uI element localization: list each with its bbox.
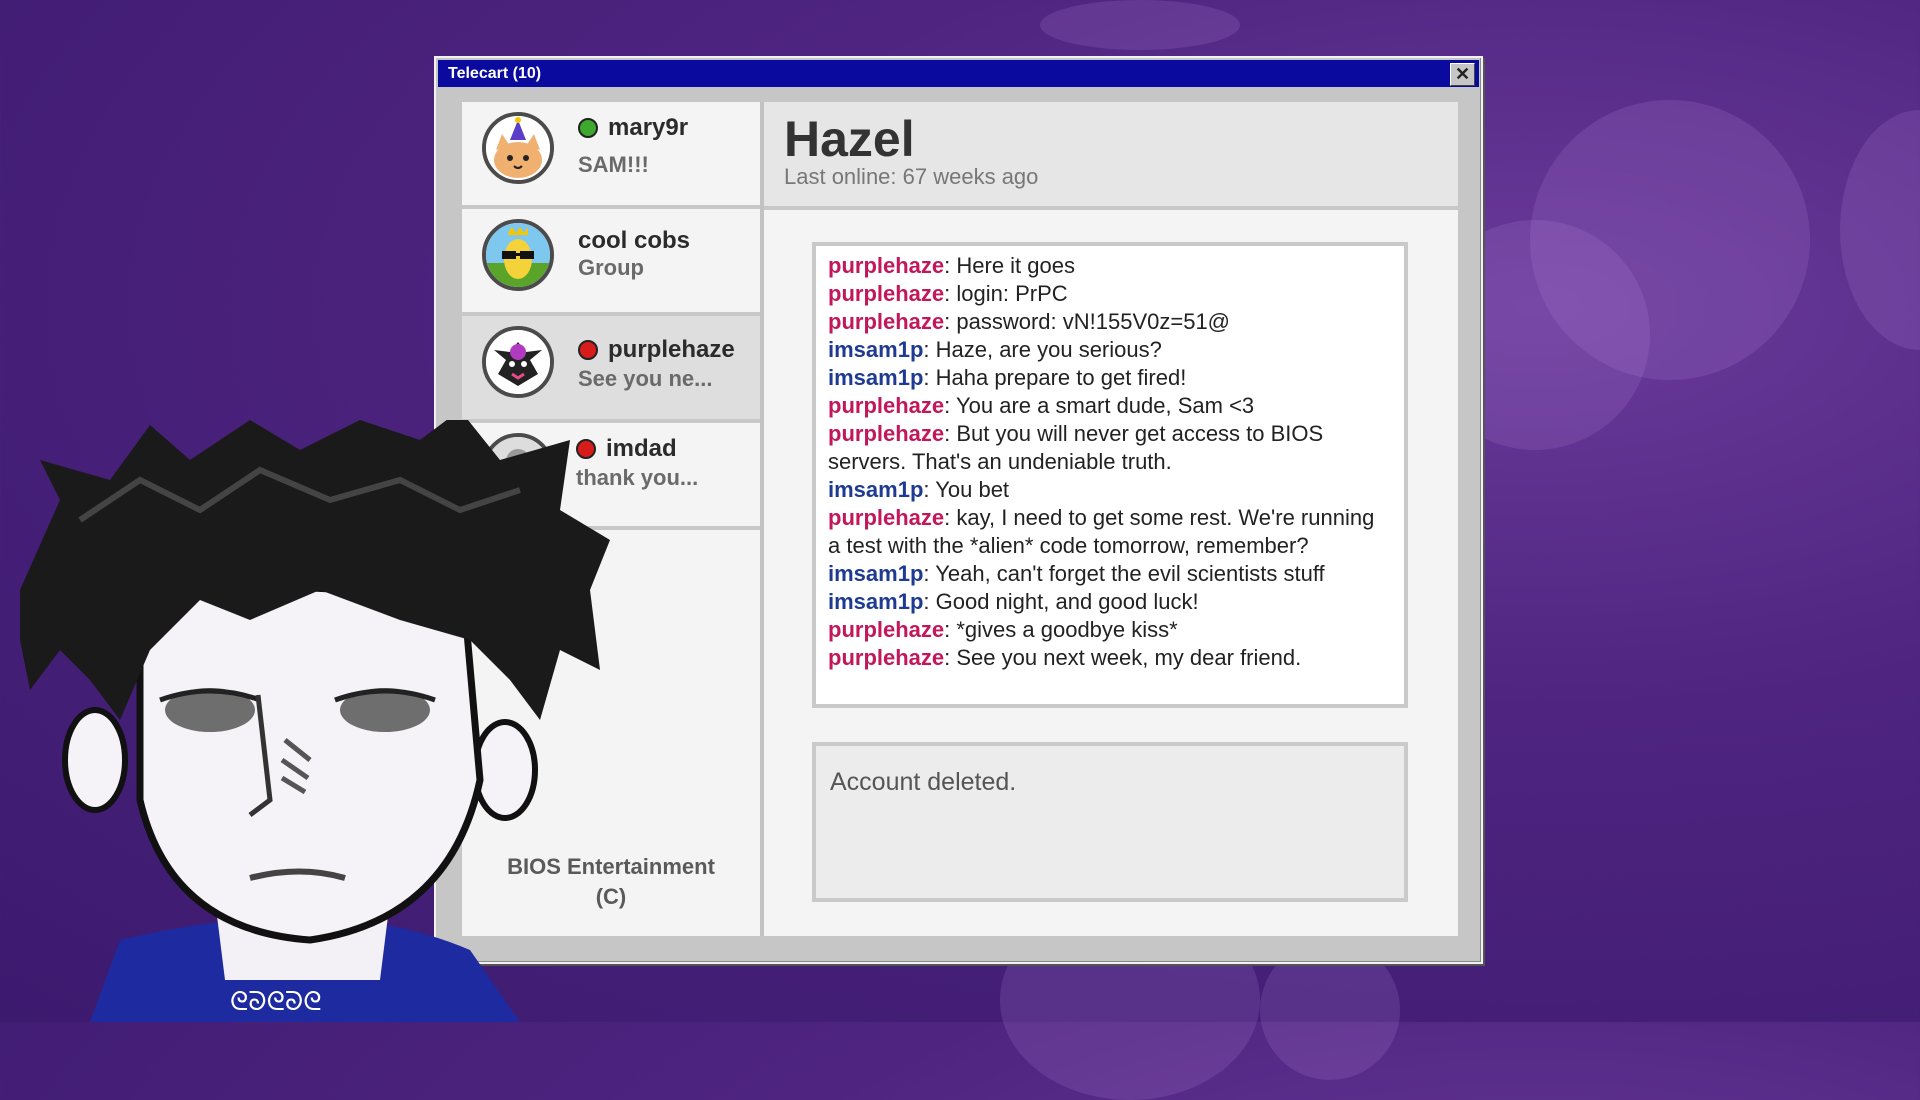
purple-creature-icon xyxy=(482,326,554,398)
message-sender: imsam1p xyxy=(828,561,924,586)
contact-preview: See you ne... xyxy=(578,366,713,391)
background-bokeh xyxy=(1040,0,1240,50)
message-sender: purplehaze xyxy=(828,421,945,446)
input-status-text: Account deleted. xyxy=(830,768,1017,796)
message-sender: imsam1p xyxy=(828,365,924,390)
message-text: : Haha prepare to get fired! xyxy=(923,365,1187,390)
window-title: Telecart (10) xyxy=(448,65,542,82)
message-sender: purplehaze xyxy=(828,505,945,530)
message-text: : You bet xyxy=(923,477,1010,502)
contact-name: mary9r xyxy=(608,114,689,141)
chat-message: imsam1p: Haze, are you serious? xyxy=(828,336,1392,364)
chat-message: imsam1p: You bet xyxy=(828,476,1392,504)
message-sender: purplehaze xyxy=(828,617,945,642)
message-input[interactable]: Account deleted. xyxy=(812,742,1408,902)
chat-message: purplehaze: But you will never get acces… xyxy=(828,420,1392,476)
message-text: : login: PrPC xyxy=(944,281,1068,306)
chat-header: Hazel Last online: 67 weeks ago xyxy=(764,102,1458,210)
chat-message: purplehaze: login: PrPC xyxy=(828,280,1392,308)
message-history[interactable]: purplehaze: Here it goes purplehaze: logi… xyxy=(812,242,1408,708)
chat-message: purplehaze: Here it goes xyxy=(828,252,1392,280)
close-button[interactable]: ✕ xyxy=(1450,63,1475,86)
contact-preview: SAM!!! xyxy=(578,152,649,177)
window-titlebar[interactable]: Telecart (10) ✕ xyxy=(438,60,1479,87)
chat-message: imsam1p: Haha prepare to get fired! xyxy=(828,364,1392,392)
message-sender: purplehaze xyxy=(828,281,945,306)
party-hat-cat-icon xyxy=(482,112,554,184)
status-online-dot xyxy=(578,118,598,138)
message-sender: purplehaze xyxy=(828,645,945,670)
chat-message: purplehaze: See you next week, my dear f… xyxy=(828,644,1392,672)
message-text: : *gives a goodbye kiss* xyxy=(944,617,1178,642)
chat-contact-name: Hazel xyxy=(784,111,915,167)
close-icon: ✕ xyxy=(1454,64,1471,84)
message-text: : Here it goes xyxy=(944,253,1075,278)
contact-item-cool-cobs[interactable]: cool cobs Group xyxy=(462,209,760,316)
message-list: purplehaze: Here it goes purplehaze: logi… xyxy=(828,252,1392,672)
message-text: : Good night, and good luck! xyxy=(923,589,1199,614)
message-text: : You are a smart dude, Sam <3 xyxy=(944,393,1255,418)
contact-preview: Group xyxy=(578,255,644,280)
status-offline-dot xyxy=(578,340,598,360)
contact-item-purplehaze[interactable]: purplehaze See you ne... xyxy=(462,316,760,423)
contact-name: purplehaze xyxy=(608,336,735,363)
message-sender: purplehaze xyxy=(828,253,945,278)
chat-message: purplehaze: You are a smart dude, Sam <3 xyxy=(828,392,1392,420)
message-text: : See you next week, my dear friend. xyxy=(944,645,1302,670)
sam-character-portrait: ᘓᘐᘓᘐᘓ xyxy=(20,420,610,1022)
chat-message: purplehaze: *gives a goodbye kiss* xyxy=(828,616,1392,644)
chat-message: purplehaze: password: vN!155V0z=51@ xyxy=(828,308,1392,336)
message-sender: imsam1p xyxy=(828,337,924,362)
message-sender: imsam1p xyxy=(828,589,924,614)
message-text: : Haze, are you serious? xyxy=(923,337,1162,362)
contact-name: cool cobs xyxy=(578,227,691,254)
background-bokeh xyxy=(1840,110,1920,350)
chat-message: purplehaze: kay, I need to get some rest… xyxy=(828,504,1392,560)
message-text: : Yeah, can't forget the evil scientists… xyxy=(923,561,1325,586)
svg-text:ᘓᘐᘓᘐᘓ: ᘓᘐᘓᘐᘓ xyxy=(230,987,322,1017)
message-sender: imsam1p xyxy=(828,477,924,502)
chat-message: imsam1p: Yeah, can't forget the evil sci… xyxy=(828,560,1392,588)
message-sender: purplehaze xyxy=(828,393,945,418)
sunglasses-corn-icon xyxy=(482,219,554,291)
message-sender: purplehaze xyxy=(828,309,945,334)
last-online-status: Last online: 67 weeks ago xyxy=(784,164,1039,189)
chat-message: imsam1p: Good night, and good luck! xyxy=(828,588,1392,616)
contact-item-mary9r[interactable]: mary9r SAM!!! xyxy=(462,102,760,209)
message-text: : password: vN!155V0z=51@ xyxy=(944,309,1231,334)
